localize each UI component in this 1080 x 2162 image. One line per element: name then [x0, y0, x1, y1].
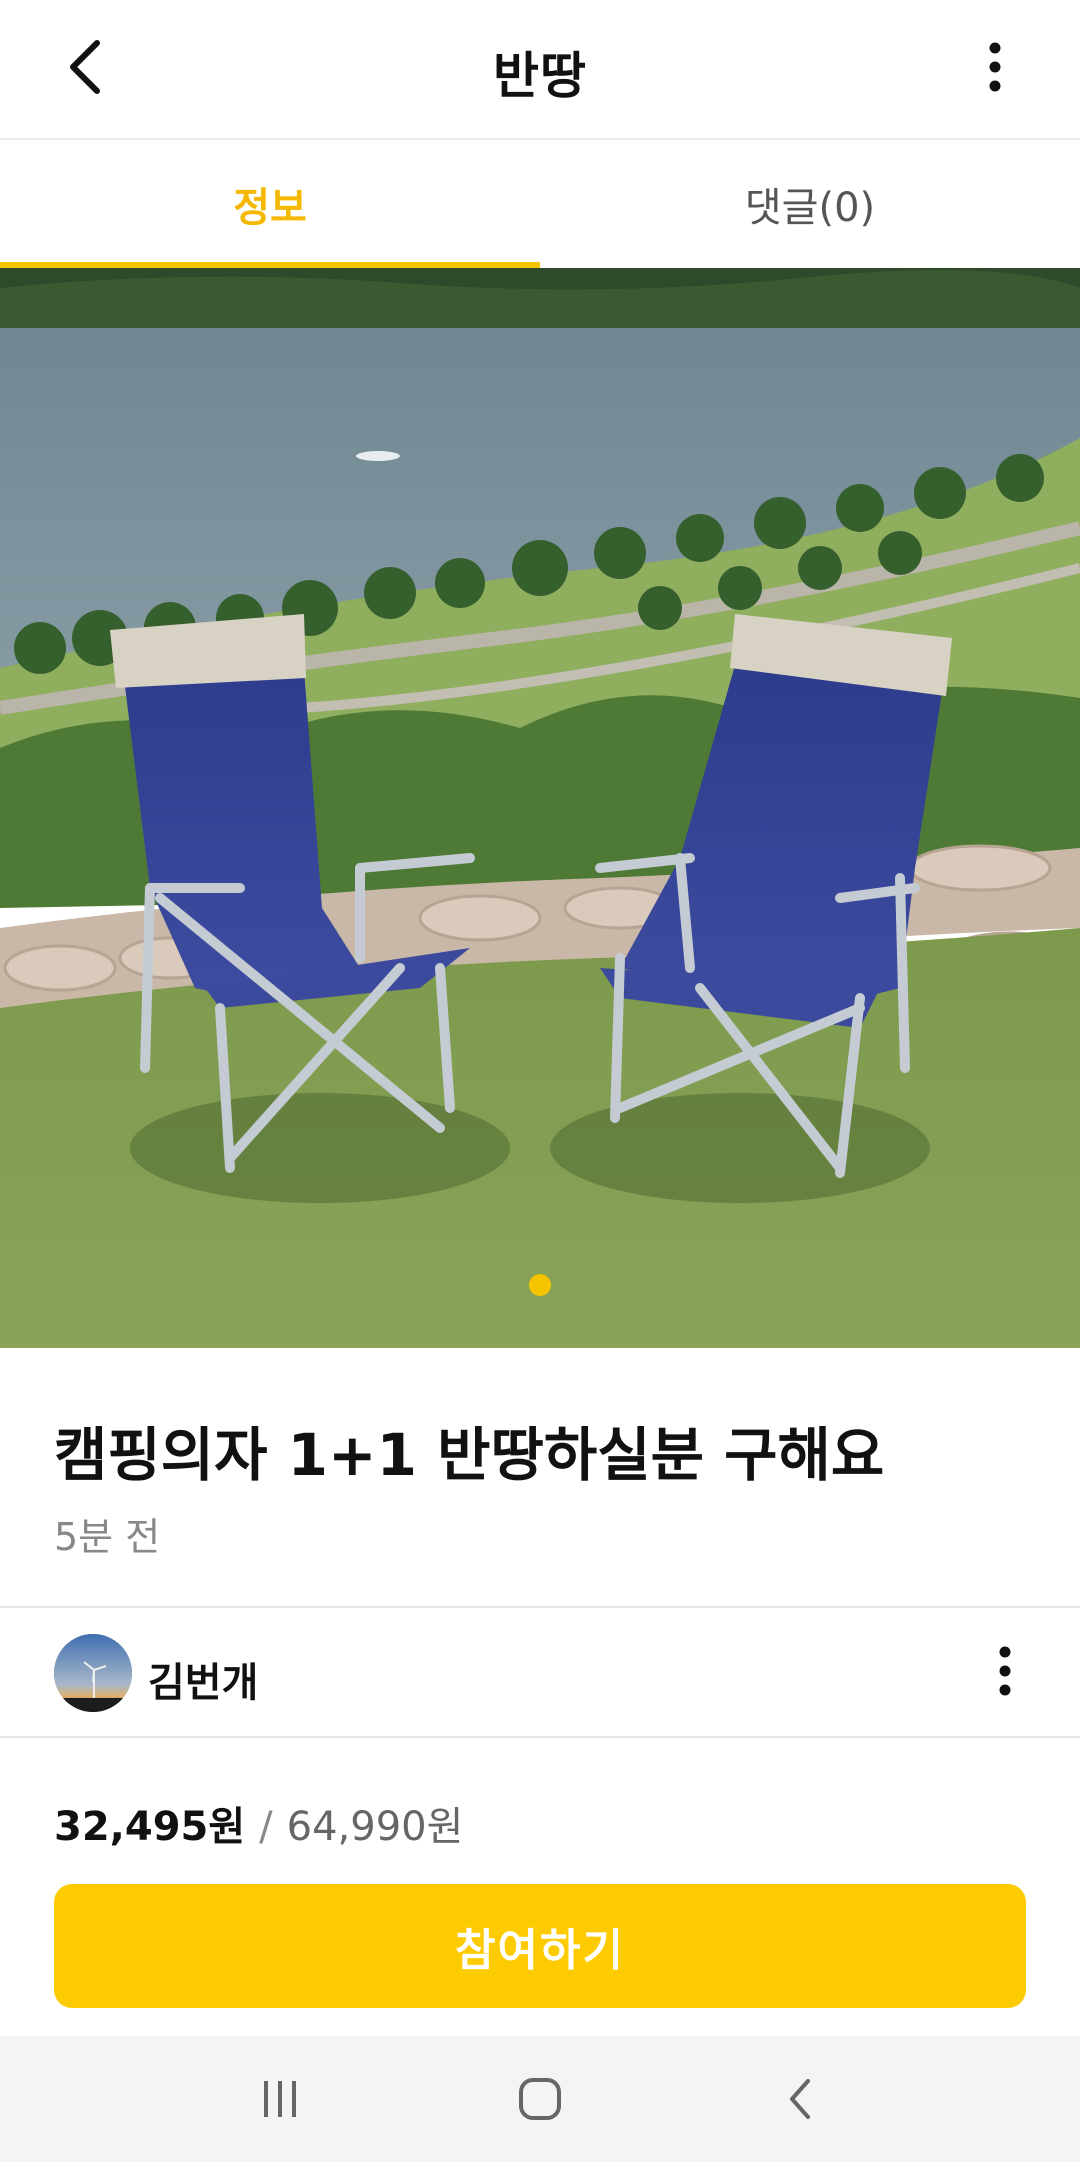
home-icon [519, 2078, 561, 2120]
system-back-button[interactable] [760, 2059, 840, 2139]
seller-row[interactable]: 김번개 [0, 1608, 1080, 1736]
system-back-icon [790, 2079, 810, 2119]
bottom-action-area: 참여하기 [0, 1860, 1080, 2036]
page-title: 반땅 [493, 47, 587, 105]
seller-more-button[interactable] [970, 1636, 1040, 1706]
divider [0, 1736, 1080, 1738]
post-title: 캠핑의자 1+1 반땅하실분 구해요 [54, 1421, 885, 1489]
avatar-photo-icon [54, 1634, 132, 1712]
camping-chairs-photo [0, 268, 1080, 1348]
tab-bar: 정보 댓글(0) [0, 140, 1080, 268]
tab-info[interactable]: 정보 [0, 140, 540, 268]
price-total: 64,990원 [286, 1804, 464, 1850]
post-time: 5분 전 [54, 1515, 161, 1559]
more-vertical-icon [989, 42, 1001, 92]
tab-comments[interactable]: 댓글(0) [540, 140, 1080, 268]
system-navigation-bar [0, 2036, 1080, 2162]
avatar[interactable] [54, 1634, 132, 1712]
price-separator: / [259, 1804, 273, 1850]
more-vertical-icon [999, 1646, 1011, 1696]
recent-apps-button[interactable] [240, 2059, 320, 2139]
recent-apps-icon [264, 2081, 296, 2117]
app-bar: 반땅 [0, 0, 1080, 140]
price-per-person: 32,495원 [54, 1804, 246, 1850]
product-image[interactable] [0, 268, 1080, 1348]
more-options-button[interactable] [960, 32, 1030, 102]
price-row: 32,495원 / 64,990원 [54, 1794, 463, 1852]
gallery-pager [0, 1274, 1080, 1296]
pager-dot[interactable] [529, 1274, 551, 1296]
seller-name[interactable]: 김번개 [148, 1650, 258, 1708]
join-button[interactable]: 참여하기 [54, 1884, 1026, 2008]
home-button[interactable] [500, 2059, 580, 2139]
